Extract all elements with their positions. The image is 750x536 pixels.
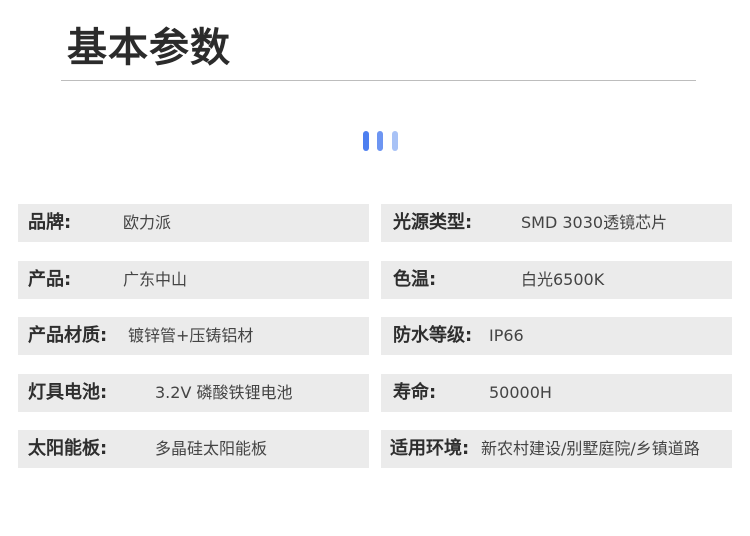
param-row-material: 产品材质: 镀锌管+压铸铝材 (18, 317, 369, 355)
param-value: SMD 3030透镜芯片 (521, 213, 668, 232)
param-value: 多晶硅太阳能板 (155, 439, 268, 458)
param-label: 适用环境: (390, 438, 470, 459)
param-value: 3.2V 磷酸铁锂电池 (155, 383, 293, 402)
param-label: 品牌: (28, 212, 72, 233)
param-label: 灯具电池: (28, 382, 108, 403)
param-label: 产品: (28, 269, 72, 290)
bar-3 (392, 131, 398, 151)
title-divider (61, 80, 696, 81)
param-row-battery: 灯具电池: 3.2V 磷酸铁锂电池 (18, 374, 369, 412)
bar-1 (363, 131, 369, 151)
param-row-brand: 品牌: 欧力派 (18, 204, 369, 242)
param-row-product: 产品: 广东中山 (18, 261, 369, 299)
param-row-light-source: 光源类型: SMD 3030透镜芯片 (381, 204, 732, 242)
param-label: 太阳能板: (28, 438, 108, 459)
param-row-environment: 适用环境: 新农村建设/别墅庭院/乡镇道路 (381, 430, 732, 468)
param-value: 镀锌管+压铸铝材 (128, 326, 254, 345)
param-label: 产品材质: (28, 325, 108, 346)
param-label: 寿命: (393, 382, 437, 403)
param-value: 50000H (489, 383, 552, 402)
param-label: 色温: (393, 269, 437, 290)
section-title: 基本参数 (67, 25, 231, 71)
bar-2 (377, 131, 383, 151)
param-row-color-temp: 色温: 白光6500K (381, 261, 732, 299)
param-row-solar-panel: 太阳能板: 多晶硅太阳能板 (18, 430, 369, 468)
param-value: IP66 (489, 326, 524, 345)
param-value: 广东中山 (123, 270, 188, 289)
param-row-lifespan: 寿命: 50000H (381, 374, 732, 412)
param-value: 欧力派 (123, 213, 172, 232)
param-label: 光源类型: (393, 212, 473, 233)
param-value: 白光6500K (521, 270, 605, 289)
param-value: 新农村建设/别墅庭院/乡镇道路 (481, 439, 700, 458)
param-label: 防水等级: (393, 325, 473, 346)
param-row-waterproof: 防水等级: IP66 (381, 317, 732, 355)
